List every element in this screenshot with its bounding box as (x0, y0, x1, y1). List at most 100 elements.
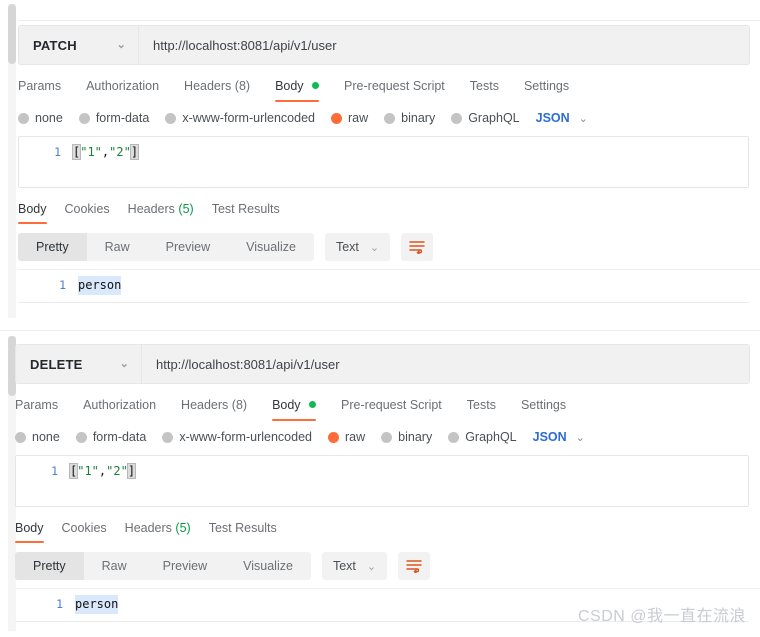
view-mode-raw[interactable]: Raw (84, 552, 145, 580)
response-tab-body[interactable]: Body (18, 202, 47, 224)
wrap-lines-button[interactable] (401, 233, 434, 261)
tab-pre-request-script[interactable]: Pre-request Script (344, 79, 459, 102)
format-label: Text (335, 240, 359, 254)
response-body-editor[interactable]: 1 person (18, 269, 760, 303)
view-mode-raw[interactable]: Raw (87, 233, 148, 261)
view-mode-preview[interactable]: Preview (148, 233, 228, 261)
tab-label: Pre-request Script (341, 398, 442, 412)
json-value-1: "1" (80, 145, 102, 159)
view-mode-visualize[interactable]: Visualize (228, 233, 314, 261)
tab-settings[interactable]: Settings (524, 79, 583, 102)
radio-label: x-www-form-urlencoded (179, 430, 312, 444)
url-text: http://localhost:8081/api/v1/user (156, 356, 340, 372)
response-tab-headers[interactable]: Headers (5) (125, 521, 191, 543)
view-mode-visualize[interactable]: Visualize (225, 552, 311, 580)
radio-label: binary (401, 111, 436, 125)
radio-dot-icon (75, 431, 87, 443)
format-selector[interactable]: Text ⌄ (324, 233, 391, 261)
radio-label: x-www-form-urlencoded (182, 111, 315, 125)
tab-params[interactable]: Params (18, 79, 75, 102)
tab-label: Tests (466, 398, 496, 412)
radio-none[interactable]: none (18, 111, 63, 125)
request-body-editor[interactable]: 1 ["1","2"] (18, 136, 749, 188)
tab-badge: (8) (234, 79, 251, 93)
response-line-rule (18, 302, 749, 303)
tab-label: Body (272, 398, 301, 412)
radio-binary[interactable]: binary (381, 430, 432, 444)
tab-headers[interactable]: Headers (8) (184, 79, 264, 102)
tab-label: Body (18, 202, 47, 216)
response-tab-test-results[interactable]: Test Results (209, 521, 277, 543)
code-line: 1 ["1","2"] (19, 137, 748, 162)
chevron-down-icon: ⌄ (369, 241, 380, 254)
request-panel-patch: PATCH ⌄ http://localhost:8081/api/v1/use… (18, 25, 760, 303)
response-tab-cookies[interactable]: Cookies (65, 202, 110, 224)
radio-label: form-data (92, 430, 147, 444)
radio-form-data[interactable]: form-data (78, 111, 149, 125)
request-panel-delete: DELETE ⌄ http://localhost:8081/api/v1/us… (15, 344, 760, 622)
radio-raw[interactable]: raw (328, 430, 365, 444)
language-selector[interactable]: JSON ⌄ (533, 430, 585, 444)
tab-body[interactable]: Body (275, 79, 333, 102)
line-number: 1 (51, 464, 58, 478)
view-mode-preview[interactable]: Preview (145, 552, 225, 580)
tab-settings[interactable]: Settings (521, 398, 580, 421)
radio-graphql[interactable]: GraphQL (448, 430, 517, 444)
tab-tests[interactable]: Tests (470, 79, 513, 102)
view-mode-pretty[interactable]: Pretty (15, 552, 84, 580)
tab-badge: (8) (231, 398, 248, 412)
tab-active-underline (15, 541, 44, 543)
response-tab-body[interactable]: Body (15, 521, 44, 543)
view-mode-segmented: Pretty Raw Preview Visualize (15, 552, 311, 580)
response-text: person (78, 276, 122, 295)
radio-x-www-form-urlencoded[interactable]: x-www-form-urlencoded (165, 111, 315, 125)
tab-label: Params (15, 398, 59, 412)
view-mode-label: Visualize (246, 240, 296, 254)
radio-graphql[interactable]: GraphQL (451, 111, 520, 125)
top-divider (18, 20, 760, 21)
radio-x-www-form-urlencoded[interactable]: x-www-form-urlencoded (162, 430, 312, 444)
response-line-rule (15, 621, 749, 622)
format-selector[interactable]: Text ⌄ (321, 552, 388, 580)
language-selector[interactable]: JSON ⌄ (536, 111, 588, 125)
tab-label: Test Results (211, 202, 280, 216)
request-body-editor[interactable]: 1 ["1","2"] (15, 455, 749, 507)
radio-label: raw (345, 430, 366, 444)
tab-tests[interactable]: Tests (467, 398, 510, 421)
format-label: Text (332, 559, 356, 573)
tab-headers[interactable]: Headers (8) (181, 398, 261, 421)
response-tab-cookies[interactable]: Cookies (62, 521, 107, 543)
url-input[interactable]: http://localhost:8081/api/v1/user (142, 345, 749, 383)
wrap-lines-button[interactable] (398, 552, 431, 580)
radio-none[interactable]: none (15, 430, 60, 444)
tab-params[interactable]: Params (15, 398, 72, 421)
response-body-editor[interactable]: 1 person (15, 588, 760, 622)
code-line: 1 person (18, 270, 760, 295)
tab-authorization[interactable]: Authorization (86, 79, 173, 102)
tab-label: Headers (181, 398, 229, 412)
radio-raw[interactable]: raw (331, 111, 368, 125)
tab-label: Settings (520, 398, 567, 412)
view-mode-segmented: Pretty Raw Preview Visualize (18, 233, 314, 261)
radio-dot-icon (381, 431, 393, 443)
view-mode-pretty[interactable]: Pretty (18, 233, 87, 261)
response-tab-headers[interactable]: Headers (5) (128, 202, 194, 224)
method-selector[interactable]: PATCH ⌄ (19, 26, 139, 64)
radio-binary[interactable]: binary (384, 111, 435, 125)
wrap-lines-icon (406, 560, 422, 573)
tab-authorization[interactable]: Authorization (83, 398, 170, 421)
radio-label: none (35, 111, 63, 125)
tab-body[interactable]: Body (272, 398, 330, 421)
radio-dot-icon (18, 112, 29, 124)
radio-form-data[interactable]: form-data (75, 430, 147, 444)
request-bar: PATCH ⌄ http://localhost:8081/api/v1/use… (18, 25, 750, 65)
response-tab-test-results[interactable]: Test Results (212, 202, 280, 224)
tab-label: Authorization (83, 398, 157, 412)
code-line: 1 person (15, 589, 760, 614)
method-selector[interactable]: DELETE ⌄ (16, 345, 142, 383)
tab-label: Body (15, 521, 44, 535)
scrollbar-thumb-upper[interactable] (8, 4, 16, 64)
tab-label: Body (275, 79, 304, 93)
url-input[interactable]: http://localhost:8081/api/v1/user (139, 26, 749, 64)
tab-pre-request-script[interactable]: Pre-request Script (341, 398, 456, 421)
